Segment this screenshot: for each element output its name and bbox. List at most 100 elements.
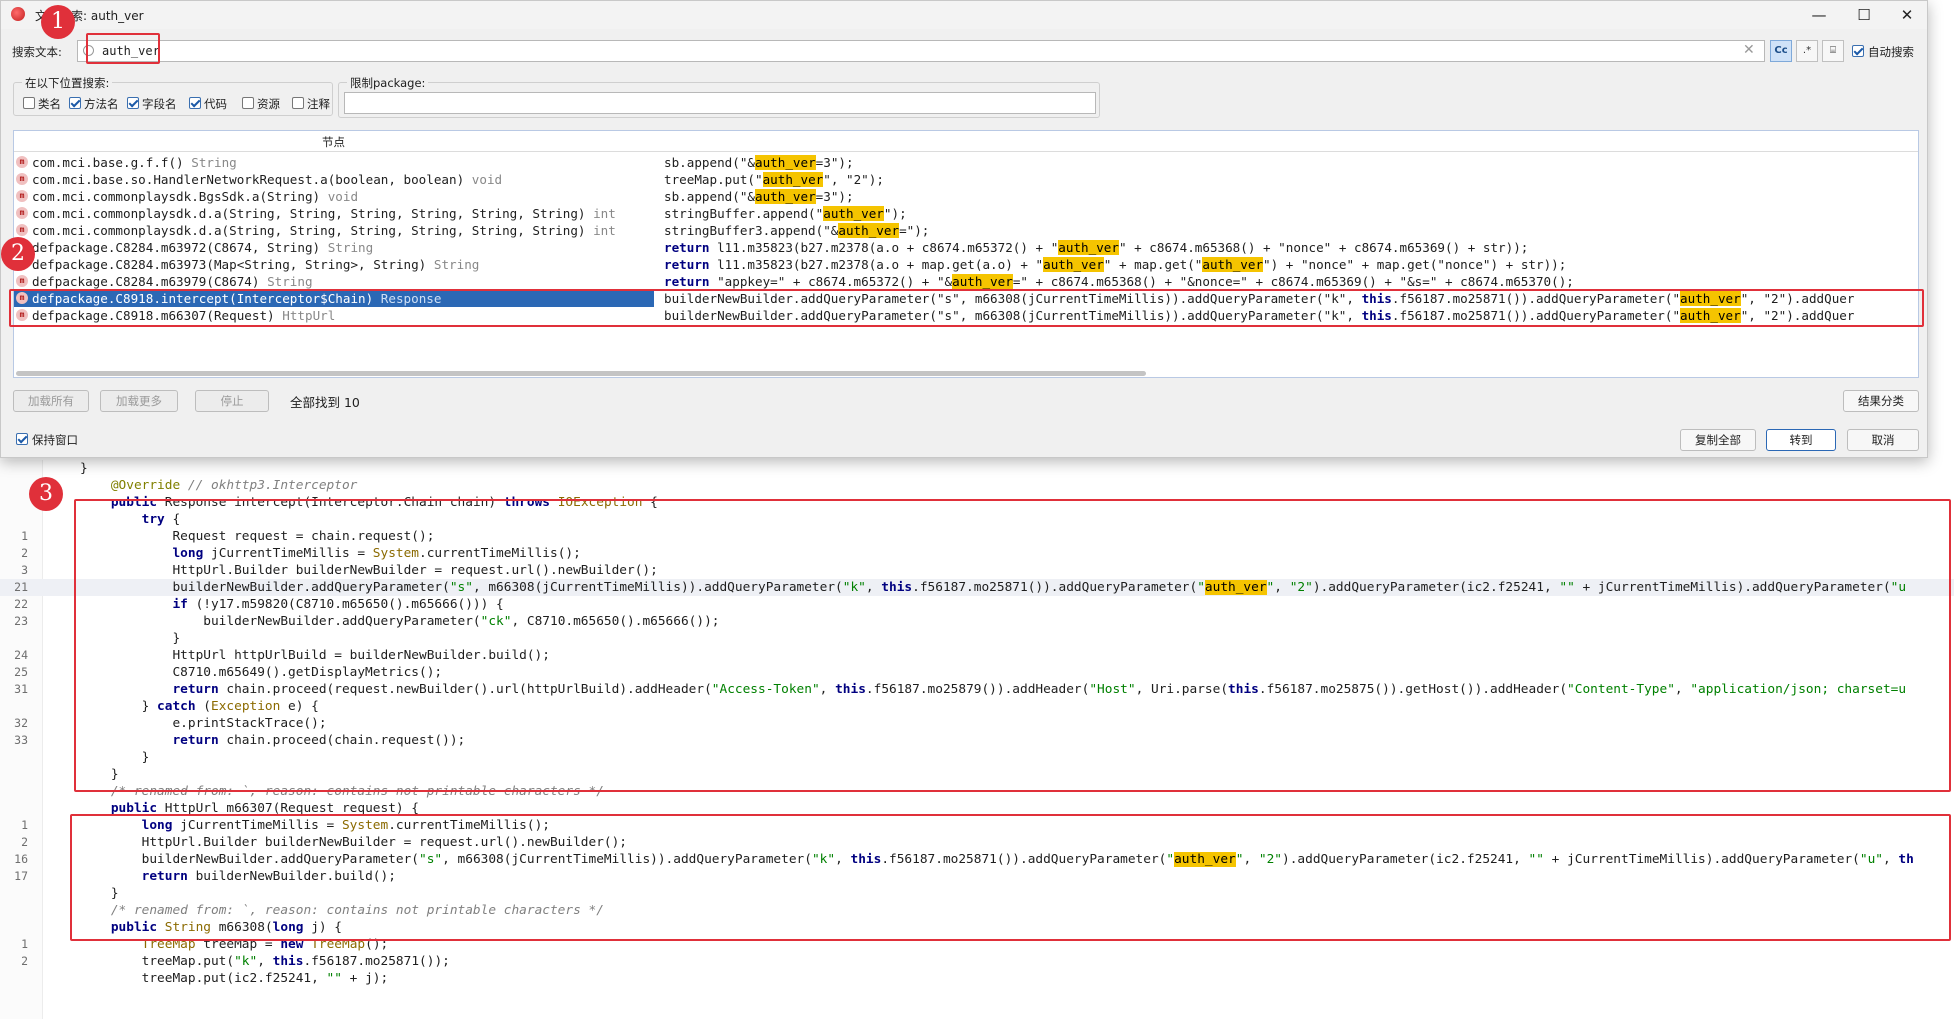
title-bar: 文本搜索: auth_ver — ☐ ✕ (1, 1, 1927, 29)
result-row[interactable]: m defpackage.C8284.m63979(C8674) String re… (14, 273, 1918, 290)
whole-word-button[interactable]: ⌸ (1822, 40, 1844, 62)
line-number: 25 (14, 665, 28, 679)
result-node-name: com.mci.commonplaysdk.d.a(String, String… (32, 206, 586, 221)
search-match-highlight: auth_ver (755, 155, 816, 170)
code-token: , (257, 954, 273, 969)
code-token: + j); (341, 971, 389, 986)
auto-search-label: 自动搜索 (1868, 45, 1914, 59)
column-header-node[interactable]: 节点 (322, 134, 345, 150)
copy-all-button[interactable]: 复制全部 (1680, 429, 1756, 451)
line-number: 32 (14, 716, 28, 730)
result-row[interactable]: m com.mci.base.so.HandlerNetworkRequest.a… (14, 171, 1918, 188)
scope-checkbox-1[interactable] (69, 97, 81, 109)
line-number: 22 (14, 597, 28, 611)
result-return-type: String (327, 240, 374, 255)
code-token: "); (883, 206, 907, 221)
result-node: com.mci.base.so.HandlerNetworkRequest.a(… (32, 171, 502, 188)
line-number: 2 (21, 546, 28, 560)
result-node: com.mci.commonplaysdk.d.a(String, String… (32, 205, 616, 222)
code-token: ", "2"); (823, 172, 884, 187)
load-more-button[interactable]: 加载更多 (100, 390, 178, 412)
line-number: 21 (14, 580, 28, 594)
code-token: stringBuffer.append(" (664, 206, 824, 221)
code-token: return (664, 274, 710, 289)
search-dialog: 文本搜索: auth_ver — ☐ ✕ 搜索文本: auth_ver ✕ Cc… (0, 0, 1928, 458)
result-row[interactable]: m com.mci.commonplaysdk.d.a(String, Strin… (14, 205, 1918, 222)
horizontal-scrollbar[interactable] (16, 371, 1146, 376)
result-row[interactable]: m com.mci.base.g.f.f() String sb.append("&… (14, 154, 1918, 171)
package-filter-title: 限制package: (347, 75, 429, 91)
result-node-name: defpackage.C8284.m63973(Map<String, Stri… (32, 257, 427, 272)
result-row[interactable]: mdefpackage.C8284.m63973(Map<String, Str… (14, 256, 1918, 273)
code-token: sb.append("& (664, 155, 755, 170)
auto-search-checkbox[interactable] (1852, 45, 1864, 57)
case-sensitive-button[interactable]: Cc (1770, 40, 1792, 62)
code-token: =3"); (815, 189, 854, 204)
result-node-name: com.mci.commonplaysdk.BgsSdk.a(String) (32, 189, 321, 204)
search-scope-group: 在以下位置搜索: 类名 方法名 字段名 代码 资源 注释 (13, 75, 333, 116)
results-table[interactable]: 节点 m com.mci.base.g.f.f() String sb.append… (13, 130, 1919, 378)
result-return-type: String (433, 257, 480, 272)
search-match-highlight: auth_ver (952, 274, 1013, 289)
goto-button[interactable]: 转到 (1766, 429, 1836, 451)
code-token: .f56187.mo25871()); (303, 954, 450, 969)
result-return-type: int (593, 206, 616, 221)
annotation-badge-2: 2 (1, 237, 35, 271)
result-node: defpackage.C8284.m63972(C8674, String) S… (32, 239, 373, 256)
result-code: sb.append("&auth_ver=3"); (664, 188, 854, 205)
load-all-button[interactable]: 加载所有 (13, 390, 89, 412)
search-match-highlight: auth_ver (762, 172, 824, 187)
result-code: treeMap.put("auth_ver", "2"); (664, 171, 884, 188)
keep-window-checkbox[interactable] (16, 433, 28, 445)
code-line: treeMap.put(ic2.f25241, "" + j); (0, 970, 1954, 987)
scope-label-2: 字段名 (142, 97, 177, 111)
line-number: 33 (14, 733, 28, 747)
result-node-name: com.mci.commonplaysdk.d.a(String, String… (32, 223, 586, 238)
result-code: stringBuffer.append("auth_ver"); (664, 205, 907, 222)
result-return-type: int (593, 223, 616, 238)
annotation-box-results (9, 289, 1924, 327)
minimize-button[interactable]: — (1797, 3, 1841, 27)
scope-checkbox-0[interactable] (23, 97, 35, 109)
result-node: com.mci.commonplaysdk.d.a(String, String… (32, 222, 616, 239)
search-match-highlight: auth_ver (1043, 257, 1104, 272)
scope-checkbox-5[interactable] (292, 97, 304, 109)
line-number: 23 (14, 614, 28, 628)
result-return-type: void (327, 189, 359, 204)
scope-label-5: 注释 (307, 97, 330, 111)
code-token: treeMap.put( (80, 954, 235, 969)
results-header: 节点 (14, 131, 1918, 152)
close-button[interactable]: ✕ (1885, 3, 1929, 27)
scope-checkbox-3[interactable] (189, 97, 201, 109)
code-token: " + c8674.m65368() + "nonce" + c8674.m65… (1118, 240, 1529, 255)
scope-label-0: 类名 (38, 97, 61, 111)
code-token: sb.append("& (664, 189, 755, 204)
search-input[interactable]: auth_ver (77, 40, 1765, 62)
line-number: 2 (21, 835, 28, 849)
cancel-button[interactable]: 取消 (1847, 429, 1919, 451)
code-token: this (272, 954, 304, 969)
search-scope-title: 在以下位置搜索: (22, 75, 113, 91)
scope-checkbox-2[interactable] (127, 97, 139, 109)
search-match-highlight: auth_ver (838, 223, 900, 238)
scope-label-1: 方法名 (84, 97, 119, 111)
result-row[interactable]: m com.mci.commonplaysdk.BgsSdk.a(String) … (14, 188, 1918, 205)
method-icon: m (16, 224, 28, 236)
line-number: 1 (21, 937, 28, 951)
result-node: defpackage.C8284.m63973(Map<String, Stri… (32, 256, 479, 273)
scope-checkbox-4[interactable] (242, 97, 254, 109)
line-number: 2 (21, 954, 28, 968)
result-node-name: defpackage.C8284.m63979(C8674) (32, 274, 260, 289)
code-token: treeMap.put(" (664, 172, 763, 187)
result-row[interactable]: m com.mci.commonplaysdk.d.a(String, Strin… (14, 222, 1918, 239)
clear-icon[interactable]: ✕ (1743, 42, 1755, 58)
code-token: =3"); (815, 155, 854, 170)
result-row[interactable]: mdefpackage.C8284.m63972(C8674, String) … (14, 239, 1918, 256)
annotation-badge-3: 3 (29, 477, 63, 511)
stop-button[interactable]: 停止 (195, 390, 269, 412)
group-results-button[interactable]: 结果分类 (1843, 390, 1919, 412)
maximize-button[interactable]: ☐ (1842, 3, 1886, 27)
regex-button[interactable]: .* (1796, 40, 1818, 62)
package-filter-input[interactable] (344, 92, 1096, 114)
